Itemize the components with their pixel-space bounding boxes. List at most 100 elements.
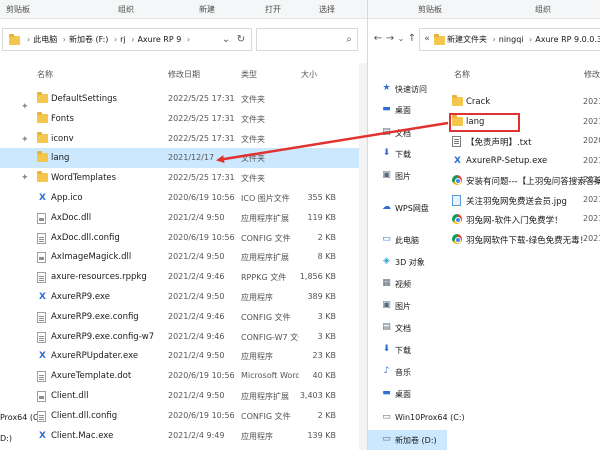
left-address-bar[interactable]: › 此电脑 › 新加卷 (F:) › rj › Axure RP 9 › ⌄ ↻ <box>2 28 252 51</box>
nav-item[interactable]: ▬ 桌面 <box>368 384 447 404</box>
crumb-0[interactable]: 此电脑 <box>33 35 57 44</box>
file-type: 文件夹 <box>241 174 265 184</box>
table-row[interactable]: WordTemplates 2022/5/25 17:31 文件夹 <box>0 168 367 188</box>
nav-item[interactable]: ▬ 桌面 <box>368 100 447 120</box>
file-date: 2021 <box>583 155 600 165</box>
table-row[interactable]: X Client.Mac.exe 2021/2/4 9:49 应用程序 139 KB <box>0 426 367 446</box>
history-chevron-icon[interactable]: ⌄ <box>397 33 405 45</box>
star-icon: ★ <box>382 83 391 93</box>
config-file-icon <box>37 371 46 383</box>
list-item[interactable]: X AxureRP-Setup.exe 2021 <box>447 151 600 171</box>
list-item[interactable]: 羽兔网-软件入门免费学！ 2021 <box>447 209 600 229</box>
file-type: CONFIG 文件 <box>241 411 291 421</box>
table-row[interactable]: X AxureRPUpdater.exe 2021/2/4 9:50 应用程序 23 K… <box>0 346 367 366</box>
nav-item[interactable]: ▤ 文档 <box>368 123 447 143</box>
overflow-chevron-icon[interactable]: « <box>423 33 431 45</box>
file-name: AxureTemplate.dot <box>51 371 132 382</box>
crumb-3[interactable]: Axure RP 9 <box>137 35 181 44</box>
back-arrow-icon[interactable]: ← <box>373 33 383 45</box>
file-type: 文件夹 <box>241 114 265 124</box>
ribbon-select[interactable]: 选择 <box>319 4 335 15</box>
ribbon-open[interactable]: 打开 <box>265 4 281 15</box>
col-date-header[interactable]: 修改 <box>584 69 600 80</box>
table-row[interactable]: AxImageMagick.dll 2021/2/4 9:50 应用程序扩展 8 KB <box>0 247 367 267</box>
table-row[interactable]: DefaultSettings 2022/5/25 17:31 文件夹 <box>0 89 367 109</box>
crumb-2[interactable]: Axure RP 9.0.0.3727 <box>535 35 600 44</box>
nav-item-label: 此电脑 <box>395 236 419 245</box>
col-name-header[interactable]: 名称 <box>454 69 470 80</box>
table-row[interactable]: Fonts 2022/5/25 17:31 文件夹 <box>0 109 367 129</box>
nav-item[interactable]: ▭ Win10Prox64 (C:) <box>368 408 464 428</box>
nav-item[interactable]: ▣ 图片 <box>368 166 447 186</box>
ribbon-organize[interactable]: 组织 <box>118 4 134 15</box>
file-date: 2021/2/4 9:50 <box>168 351 225 361</box>
nav-item[interactable]: ▭ 新加卷 (D:) <box>368 430 447 450</box>
table-row[interactable]: X AxureRP9.exe 2021/2/4 9:50 应用程序 389 KB <box>0 287 367 307</box>
left-vertical-scrollbar[interactable] <box>359 63 367 450</box>
nav-item[interactable]: ☁ WPS网盘 <box>368 198 447 218</box>
list-item[interactable]: 关注羽兔网免费送会员.jpg 2021 <box>447 190 600 210</box>
nav-item[interactable]: ◈ 3D 对象 <box>368 252 447 272</box>
nav-item[interactable]: ♪ 音乐 <box>368 362 447 382</box>
nav-item[interactable]: ⬇ 下载 <box>368 340 447 360</box>
table-row[interactable]: AxDoc.dll 2021/2/4 9:50 应用程序扩展 119 KB <box>0 208 367 228</box>
application-icon: X <box>39 430 46 441</box>
file-date: 2021/2/4 9:46 <box>168 311 225 321</box>
file-date: 2021 <box>583 233 600 243</box>
ribbon-clipboard[interactable]: 剪贴板 <box>6 4 30 15</box>
nav-item[interactable]: ⬇ 下载 <box>368 144 447 164</box>
file-date: 2021 <box>583 214 600 223</box>
table-row[interactable]: axure-resources.rppkg 2021/2/4 9:46 RPPKG … <box>0 267 367 287</box>
col-type-header[interactable]: 类型 <box>241 69 257 80</box>
up-arrow-icon[interactable]: ↑ <box>407 33 417 45</box>
crumb-0[interactable]: 新建文件夹 <box>447 35 487 44</box>
table-row[interactable]: AxureTemplate.dot 2020/6/19 10:56 Microsof… <box>0 366 367 386</box>
file-name: Crack <box>466 97 491 107</box>
table-row[interactable]: iconv 2022/5/25 17:31 文件夹 <box>0 129 367 149</box>
table-row[interactable]: Client.dll.config 2020/6/19 10:56 CONFIG 文… <box>0 406 367 426</box>
file-date: 2021/2/4 9:50 <box>168 292 225 301</box>
left-search-input[interactable]: ⌕ <box>256 28 358 51</box>
nav-item[interactable]: ★ 快速访问 <box>368 79 447 99</box>
table-row[interactable]: AxureRP9.exe.config 2021/2/4 9:46 CONFIG 文… <box>0 307 367 327</box>
nav-item[interactable]: ▤ 文档 <box>368 318 447 338</box>
table-row[interactable]: AxDoc.dll.config 2020/6/19 10:56 CONFIG 文件… <box>0 228 367 248</box>
breadcrumb: › 此电脑 › 新加卷 (F:) › rj › Axure RP 9 › <box>27 35 191 44</box>
list-item[interactable]: 【免责声明】.txt 2020 <box>447 131 600 151</box>
nav-item-label: 音乐 <box>395 368 411 377</box>
nav-item[interactable]: ▭ 此电脑 <box>368 230 447 250</box>
picture-icon: ▣ <box>382 170 391 180</box>
list-item[interactable]: Crack 2021 <box>447 92 600 112</box>
table-row-selected[interactable]: lang 2021/12/17 文件夹 <box>0 148 367 169</box>
nav-item[interactable]: ▣ 图片 <box>368 296 447 316</box>
nav-item-label: 文档 <box>395 324 411 333</box>
file-type: RPPKG 文件 <box>241 273 287 283</box>
file-name: WordTemplates <box>51 173 117 184</box>
left-explorer-window: 剪贴板 组织 新建 打开 选择 › 此电脑 › 新加卷 (F:) › rj › Axur… <box>0 0 367 450</box>
cloud-icon: ☁ <box>382 202 391 212</box>
refresh-icon[interactable]: ↻ <box>235 34 247 46</box>
crumb-1[interactable]: 新加卷 (F:) <box>69 35 108 44</box>
table-row[interactable]: X App.ico 2020/6/19 10:56 ICO 图片文件 355 KB <box>0 188 367 208</box>
annotation-highlight-box <box>449 113 520 132</box>
table-row[interactable]: AxureRP9.exe.config-w7 2021/2/4 9:46 CONFI… <box>0 327 367 347</box>
ribbon-organize[interactable]: 组织 <box>535 4 551 15</box>
file-date: 2021/2/4 9:50 <box>168 252 225 262</box>
ribbon-clipboard[interactable]: 剪贴板 <box>418 4 442 15</box>
crumb-2[interactable]: rj <box>120 35 126 44</box>
ribbon-new[interactable]: 新建 <box>199 4 215 15</box>
col-name-header[interactable]: 名称 <box>37 69 53 80</box>
table-row[interactable]: Client.dll 2021/2/4 9:50 应用程序扩展 3,403 KB <box>0 386 367 406</box>
col-size-header[interactable]: 大小 <box>301 69 317 80</box>
crumb-1[interactable]: ningqi <box>499 35 524 44</box>
nav-item[interactable]: ▦ 视频 <box>368 274 447 294</box>
forward-arrow-icon[interactable]: → <box>385 33 395 45</box>
file-name: AxImageMagick.dll <box>51 252 132 263</box>
file-name: AxureRPUpdater.exe <box>51 351 139 362</box>
list-item[interactable]: 安装有问题---【上羽兔问答搜索答案】2021 <box>447 170 600 190</box>
list-item[interactable]: 羽兔网软件下载-绿色免费无毒！2021 <box>447 229 600 249</box>
right-address-bar[interactable]: « 新建文件夹 ›ningqi ›Axure RP 9.0.0.3727 › <box>419 28 600 51</box>
application-icon: X <box>454 155 461 166</box>
address-dropdown-icon[interactable]: ⌄ <box>221 34 231 46</box>
col-date-header[interactable]: 修改日期 <box>168 69 200 80</box>
